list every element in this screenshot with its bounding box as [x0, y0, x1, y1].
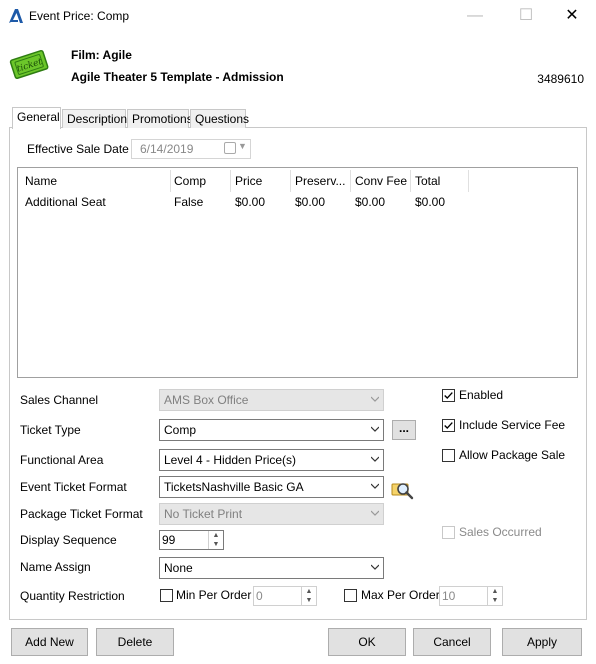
sales-channel-select[interactable]: AMS Box Office: [159, 389, 384, 411]
event-ticket-format-select[interactable]: TicketsNashville Basic GA: [159, 476, 384, 498]
enabled-label: Enabled: [459, 388, 504, 402]
tab-promotions[interactable]: Promotions: [127, 109, 193, 128]
max-per-order-value: 10: [442, 589, 456, 603]
column-divider: [410, 170, 411, 192]
display-sequence-value: 99: [162, 533, 176, 547]
chevron-down-icon: [371, 483, 379, 489]
table-row-name-cell[interactable]: Additional Seat: [25, 195, 106, 209]
column-divider: [230, 170, 231, 192]
effective-sale-date-label: Effective Sale Date: [27, 142, 129, 156]
add-new-button[interactable]: Add New: [11, 628, 88, 656]
minimize-button[interactable]: —: [460, 6, 490, 26]
table-row-comp-cell[interactable]: False: [174, 195, 203, 209]
tab-questions[interactable]: Questions: [190, 109, 249, 128]
chevron-down-icon: [371, 456, 379, 462]
checkmark-icon: [444, 392, 453, 400]
checkmark-icon: [444, 422, 453, 430]
package-ticket-format-value: No Ticket Print: [164, 507, 243, 521]
min-per-order-label: Min Per Order: [176, 588, 252, 602]
record-id: 3489610: [537, 72, 584, 86]
ticket-type-browse-button[interactable]: ...: [392, 420, 416, 440]
enabled-checkbox[interactable]: [442, 389, 455, 402]
allow-package-sale-checkbox[interactable]: [442, 449, 455, 462]
preview-magnifier-icon[interactable]: [391, 478, 415, 502]
display-sequence-label: Display Sequence: [20, 533, 117, 547]
calendar-icon[interactable]: [224, 142, 236, 154]
table-row-price-cell[interactable]: $0.00: [235, 195, 265, 209]
min-per-order-checkbox[interactable]: [160, 589, 173, 602]
close-button[interactable]: ✕: [557, 6, 587, 26]
max-per-order-stepper[interactable]: 10 ▲ ▼: [439, 586, 503, 606]
column-divider: [468, 170, 469, 192]
name-assign-label: Name Assign: [20, 560, 91, 574]
ticket-type-value: Comp: [164, 423, 197, 437]
display-sequence-stepper[interactable]: 99 ▲ ▼: [159, 530, 224, 550]
column-divider: [290, 170, 291, 192]
allow-package-sale-label: Allow Package Sale: [459, 448, 566, 462]
spin-arrows-icon[interactable]: ▲ ▼: [487, 587, 502, 605]
column-header-total[interactable]: Total: [415, 174, 440, 188]
cancel-button[interactable]: Cancel: [413, 628, 491, 656]
include-service-fee-checkbox[interactable]: [442, 419, 455, 432]
max-per-order-label: Max Per Order: [361, 588, 440, 602]
sales-occurred-checkbox[interactable]: [442, 526, 455, 539]
include-service-fee-label: Include Service Fee: [459, 418, 566, 432]
column-divider: [350, 170, 351, 192]
chevron-down-icon: [371, 426, 379, 432]
event-ticket-format-value: TicketsNashville Basic GA: [164, 480, 304, 494]
chevron-down-icon: [371, 396, 379, 402]
min-per-order-stepper[interactable]: 0 ▲ ▼: [253, 586, 317, 606]
functional-area-label: Functional Area: [20, 453, 104, 467]
sales-channel-label: Sales Channel: [20, 393, 99, 407]
spin-arrows-icon[interactable]: ▲ ▼: [301, 587, 316, 605]
max-per-order-checkbox[interactable]: [344, 589, 357, 602]
sales-occurred-label: Sales Occurred: [459, 525, 542, 539]
event-ticket-format-label: Event Ticket Format: [20, 480, 127, 494]
ticket-type-label: Ticket Type: [20, 423, 81, 437]
apply-button[interactable]: Apply: [502, 628, 582, 656]
functional-area-select[interactable]: Level 4 - Hidden Price(s): [159, 449, 384, 471]
column-header-name[interactable]: Name: [25, 174, 57, 188]
film-title: Film: Agile: [71, 48, 132, 62]
sales-channel-value: AMS Box Office: [164, 393, 249, 407]
template-title: Agile Theater 5 Template - Admission: [71, 70, 284, 84]
ticket-type-select[interactable]: Comp: [159, 419, 384, 441]
chevron-down-icon: [371, 564, 379, 570]
table-row-total-cell[interactable]: $0.00: [415, 195, 445, 209]
column-header-conv-fee[interactable]: Conv Fee: [355, 174, 407, 188]
table-row-conv-fee-cell[interactable]: $0.00: [355, 195, 385, 209]
ok-button[interactable]: OK: [328, 628, 406, 656]
min-per-order-value: 0: [256, 589, 263, 603]
column-header-comp[interactable]: Comp: [174, 174, 206, 188]
package-ticket-format-select[interactable]: No Ticket Print: [159, 503, 384, 525]
name-assign-select[interactable]: None: [159, 557, 384, 579]
column-header-price[interactable]: Price: [235, 174, 262, 188]
app-logo-icon: [9, 9, 23, 23]
functional-area-value: Level 4 - Hidden Price(s): [164, 453, 297, 467]
column-header-preserv[interactable]: Preserv...: [295, 174, 345, 188]
chevron-down-icon[interactable]: ▼: [238, 141, 247, 151]
tab-description[interactable]: Description: [62, 109, 127, 128]
quantity-restriction-label: Quantity Restriction: [20, 589, 125, 603]
chevron-down-icon: [371, 510, 379, 516]
table-row-preserv-cell[interactable]: $0.00: [295, 195, 325, 209]
spin-arrows-icon[interactable]: ▲ ▼: [208, 531, 223, 549]
window-title: Event Price: Comp: [29, 9, 130, 23]
maximize-button[interactable]: ☐: [511, 6, 541, 26]
ticket-icon: ticket: [9, 49, 49, 79]
package-ticket-format-label: Package Ticket Format: [20, 507, 143, 521]
column-divider: [170, 170, 171, 192]
name-assign-value: None: [164, 561, 193, 575]
delete-button[interactable]: Delete: [96, 628, 174, 656]
tab-general[interactable]: General: [12, 107, 61, 129]
